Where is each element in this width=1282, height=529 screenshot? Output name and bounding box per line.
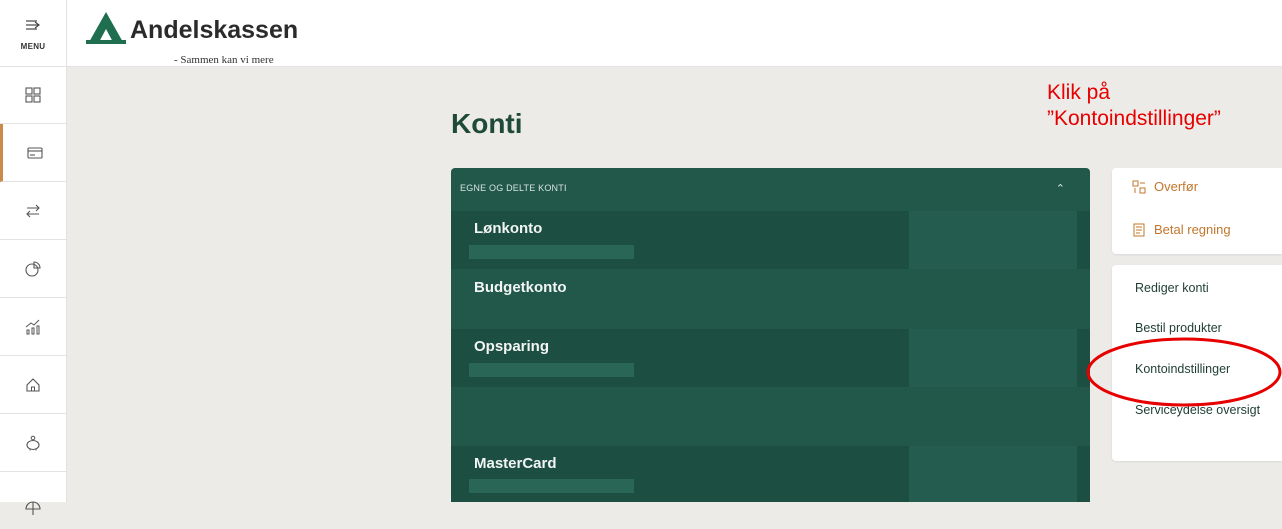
accounts-panel: EGNE OG DELTE KONTI ⌃ Lønkonto Budgetkon… — [451, 168, 1090, 502]
rail-item-transfers[interactable] — [0, 182, 66, 240]
menu-button[interactable]: MENU — [0, 0, 66, 67]
transfer-icon — [1132, 180, 1146, 193]
account-name: MasterCard — [474, 455, 557, 472]
dashboard-icon — [25, 86, 41, 103]
bill-icon — [1133, 223, 1145, 236]
account-row-lonkonto[interactable]: Lønkonto — [451, 211, 1090, 269]
rail-item-overview[interactable] — [0, 66, 66, 124]
account-name: Opsparing — [474, 338, 550, 355]
home-icon — [26, 377, 40, 392]
account-name: Budgetkonto — [474, 279, 567, 296]
account-details-redacted — [469, 363, 634, 377]
annotation-line-1: Klik på — [1047, 81, 1111, 104]
account-row-empty — [451, 388, 1090, 446]
menu-icon — [26, 20, 40, 30]
top-header: Andelskassen - Sammen kan vi mere — [0, 0, 1282, 67]
quick-actions-card: Overfør Betal regning — [1112, 168, 1282, 254]
transfer-label: Overfør — [1154, 179, 1199, 194]
brand-tagline: - Sammen kan vi mere — [174, 54, 274, 66]
page-title: Konti — [451, 108, 523, 139]
investment-chart-icon — [25, 319, 40, 334]
edit-accounts-link[interactable]: Rediger konti — [1135, 281, 1209, 295]
rail-item-savings[interactable] — [0, 414, 66, 472]
account-details-redacted — [469, 479, 634, 493]
highlight-ellipse — [1086, 337, 1282, 407]
instruction-annotation: Klik på ”Kontoindstillinger” — [1047, 80, 1279, 132]
rail-item-housing[interactable] — [0, 356, 66, 414]
pay-bill-action[interactable]: Betal regning — [1132, 222, 1231, 237]
accounts-section-header[interactable]: EGNE OG DELTE KONTI ⌃ — [451, 168, 1090, 210]
transfer-icon — [26, 204, 40, 217]
left-rail: MENU — [0, 0, 67, 515]
account-row-opsparing[interactable]: Opsparing — [451, 329, 1090, 387]
chevron-up-icon[interactable]: ⌃ — [1056, 182, 1065, 195]
annotation-line-2: ”Kontoindstillinger” — [1047, 107, 1221, 130]
menu-label: MENU — [20, 42, 46, 51]
order-products-link[interactable]: Bestil produkter — [1135, 321, 1222, 335]
account-row-mastercard[interactable]: MasterCard — [451, 446, 1090, 502]
transfer-action[interactable]: Overfør — [1132, 179, 1198, 194]
pay-bill-label: Betal regning — [1154, 222, 1231, 237]
rail-item-investments[interactable] — [0, 298, 66, 356]
card-icon — [26, 146, 43, 159]
account-name: Lønkonto — [474, 220, 543, 237]
piggy-bank-icon — [26, 435, 40, 450]
account-details-redacted — [469, 245, 634, 259]
logo-mark-icon — [86, 12, 126, 44]
rail-item-accounts[interactable] — [0, 124, 66, 182]
brand-name: Andelskassen — [130, 16, 299, 44]
accounts-section-title: EGNE OG DELTE KONTI — [460, 183, 567, 193]
rail-item-budget[interactable] — [0, 240, 66, 298]
account-row-budgetkonto[interactable]: Budgetkonto — [451, 270, 1090, 328]
pie-chart-icon — [25, 260, 41, 277]
rail-item-insurance[interactable] — [0, 472, 66, 529]
